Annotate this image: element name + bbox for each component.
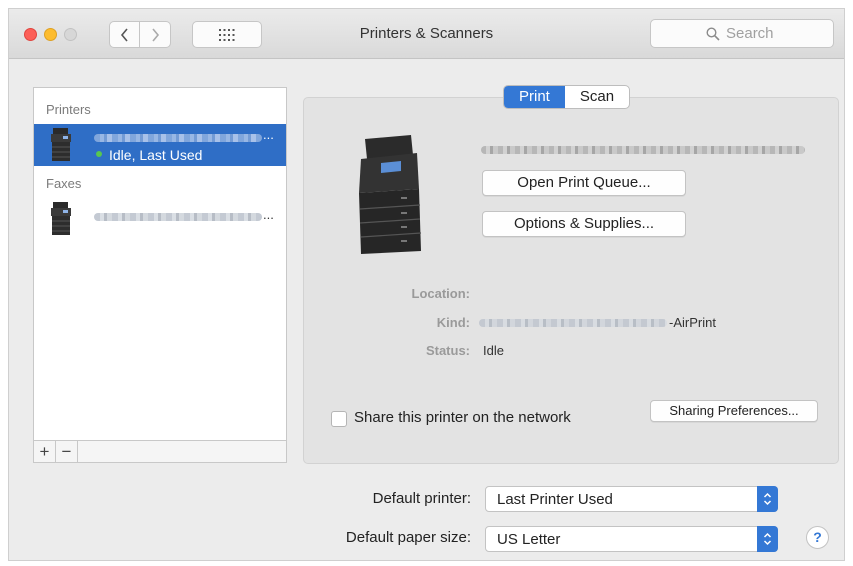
list-controls: + − xyxy=(34,440,286,462)
printer-name-ellipsis: ... xyxy=(263,127,274,142)
fax-icon xyxy=(51,202,71,235)
printer-name-redacted xyxy=(94,134,262,142)
search-icon xyxy=(706,26,720,41)
kind-redacted xyxy=(479,319,667,327)
status-value: Idle xyxy=(483,343,504,358)
fax-list-item[interactable]: ... xyxy=(34,198,286,240)
default-printer-label: Default printer: xyxy=(372,490,471,507)
share-printer-label: Share this printer on the network xyxy=(354,409,571,426)
chevron-updown-icon xyxy=(757,486,778,512)
title-bar: Printers & Scanners Search xyxy=(9,9,844,59)
help-button[interactable]: ? xyxy=(806,526,829,549)
options-supplies-button[interactable]: Options & Supplies... xyxy=(482,211,686,237)
tab-print[interactable]: Print xyxy=(504,86,565,108)
print-scan-tabs: Print Scan xyxy=(503,85,631,109)
default-printer-select[interactable]: Last Printer Used xyxy=(485,486,778,512)
printers-list: Printers ... Idle, Last Used Faxes ... +… xyxy=(33,87,287,463)
default-paper-size-value: US Letter xyxy=(497,531,561,548)
search-placeholder: Search xyxy=(726,25,774,42)
add-printer-button[interactable]: + xyxy=(34,441,56,462)
sharing-preferences-button[interactable]: Sharing Preferences... xyxy=(650,400,818,422)
printer-full-name-redacted xyxy=(481,146,805,154)
remove-printer-button[interactable]: − xyxy=(56,441,78,462)
tab-scan[interactable]: Scan xyxy=(565,86,629,108)
printers-heading: Printers xyxy=(46,102,91,117)
printer-icon xyxy=(51,128,71,161)
status-label: Status: xyxy=(425,343,470,358)
open-print-queue-button[interactable]: Open Print Queue... xyxy=(482,170,686,196)
kind-suffix: -AirPrint xyxy=(669,315,716,330)
printer-status: Idle, Last Used xyxy=(109,147,203,163)
default-printer-value: Last Printer Used xyxy=(497,491,613,508)
status-dot xyxy=(96,151,102,157)
location-label: Location: xyxy=(411,286,471,301)
fax-name-ellipsis: ... xyxy=(263,207,274,222)
kind-label: Kind: xyxy=(436,315,470,330)
printer-image xyxy=(359,135,422,254)
default-paper-size-label: Default paper size: xyxy=(345,529,471,546)
share-printer-checkbox[interactable] xyxy=(331,411,347,427)
fax-name-redacted xyxy=(94,213,262,221)
faxes-heading: Faxes xyxy=(46,176,82,191)
printer-list-item[interactable]: ... Idle, Last Used xyxy=(34,124,286,166)
default-paper-size-select[interactable]: US Letter xyxy=(485,526,778,552)
search-field[interactable]: Search xyxy=(650,19,834,48)
window: Printers & Scanners Search Printers ... … xyxy=(8,8,845,561)
chevron-updown-icon xyxy=(757,526,778,552)
